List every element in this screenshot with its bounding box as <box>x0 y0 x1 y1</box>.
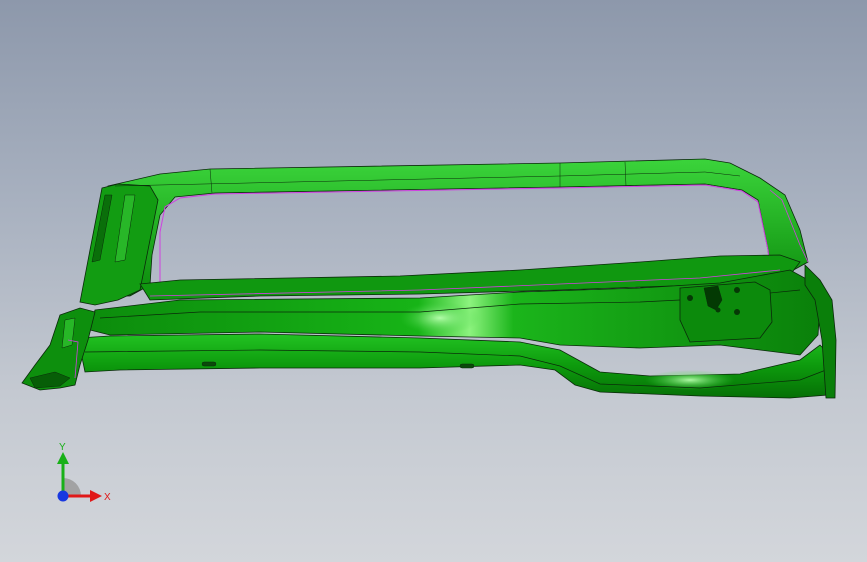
3d-model[interactable] <box>0 0 867 562</box>
bracket-hole <box>734 287 740 293</box>
bracket-hole <box>715 307 721 313</box>
bracket-hole <box>734 309 740 315</box>
sill-slot <box>201 361 217 367</box>
coordinate-triad: Y X <box>57 442 111 503</box>
sill-slot <box>459 363 475 369</box>
z-axis-dot <box>57 490 69 502</box>
beam-glint <box>400 302 480 334</box>
x-axis-label: X <box>104 492 111 503</box>
y-axis-label: Y <box>59 442 66 453</box>
graphics-viewport[interactable]: Y X <box>0 0 867 562</box>
sill-glint <box>645 370 735 390</box>
mounting-bracket[interactable] <box>679 281 773 343</box>
y-axis-arrow <box>57 452 69 464</box>
x-axis-arrow <box>90 490 102 502</box>
bracket-hole <box>687 295 693 301</box>
